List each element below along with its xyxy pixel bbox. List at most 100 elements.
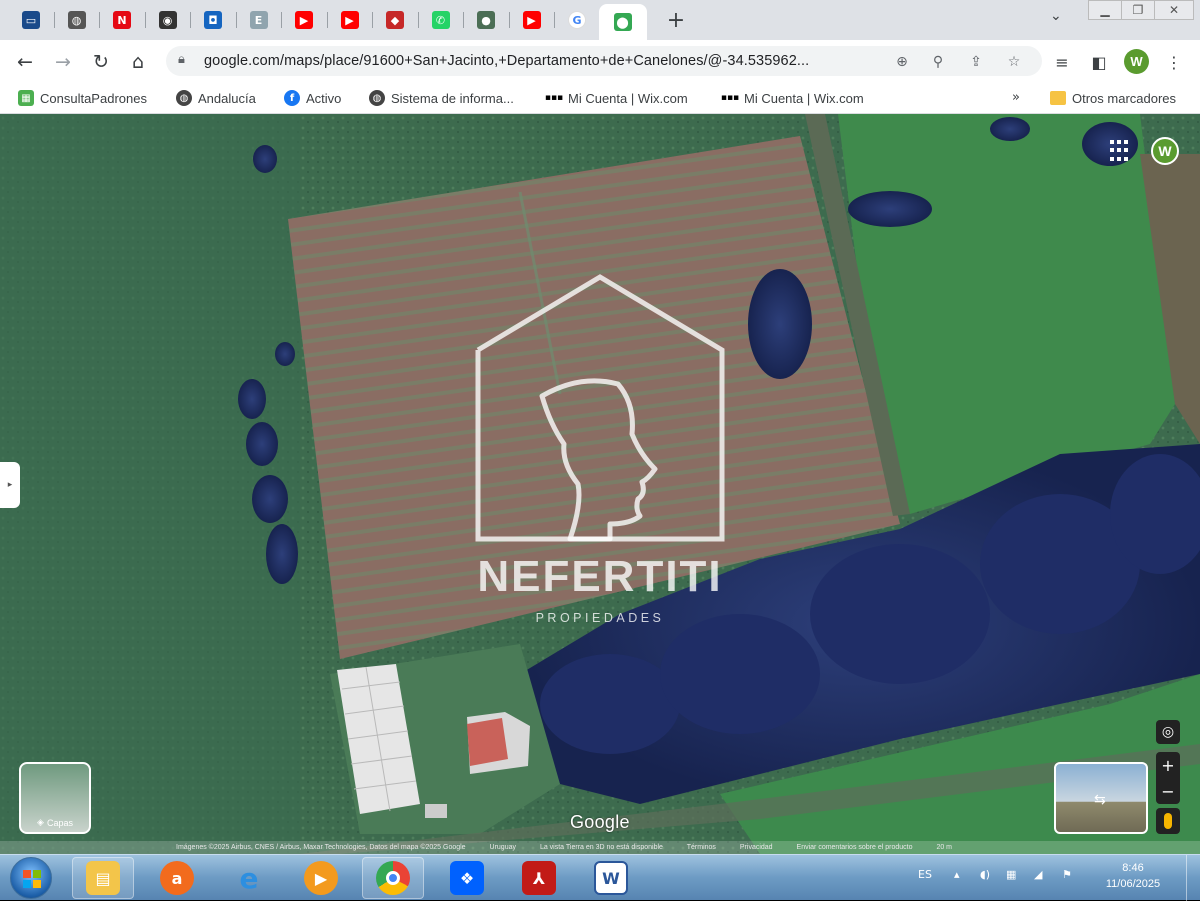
taskbar-chrome[interactable] — [362, 857, 424, 899]
bookmark-item[interactable]: ◍ Andalucía — [176, 89, 256, 107]
restore-button[interactable]: ❐ — [1121, 0, 1155, 20]
terms-link[interactable]: Términos — [687, 844, 716, 851]
zoom-in-button[interactable]: + — [1156, 752, 1180, 778]
tab-separator — [235, 12, 237, 28]
signal-icon[interactable]: ◢ — [1034, 868, 1042, 881]
show-desktop-button[interactable] — [1186, 855, 1200, 901]
back-arrow-icon[interactable]: ← — [12, 49, 38, 75]
action-center-icon[interactable]: ⚑ — [1062, 868, 1072, 881]
browser-tab[interactable]: ◆ — [374, 4, 416, 36]
reading-list-icon[interactable]: ≡ — [1050, 50, 1074, 74]
taskbar-media-player[interactable]: ▶ — [290, 857, 352, 899]
map-profile-avatar[interactable]: W — [1151, 137, 1179, 165]
word-icon: W — [594, 861, 628, 895]
browser-tab[interactable]: N — [101, 4, 143, 36]
minimize-button[interactable]: ▁ — [1088, 0, 1122, 20]
tab-separator — [53, 12, 55, 28]
more-bookmarks-icon[interactable]: » — [1012, 90, 1020, 105]
profile-avatar[interactable]: W — [1124, 49, 1149, 74]
browser-tab[interactable]: E — [238, 4, 280, 36]
document-icon: E — [249, 11, 268, 29]
my-location-icon[interactable]: ◎ — [1156, 720, 1180, 744]
browser-tab[interactable]: ✆ — [420, 4, 462, 36]
google-icon: G — [568, 11, 586, 29]
browser-tab[interactable]: ▶ — [511, 4, 553, 36]
browser-tab[interactable]: ● — [465, 4, 507, 36]
other-bookmarks-folder[interactable]: Otros marcadores — [1050, 89, 1176, 107]
side-panel-icon[interactable]: ◧ — [1087, 50, 1111, 74]
browser-tab[interactable]: G — [556, 4, 598, 36]
tab-separator — [372, 12, 373, 28]
expand-side-panel-icon[interactable]: ▸ — [0, 462, 20, 508]
soccer-ball-icon: ◉ — [158, 11, 177, 29]
url-text[interactable]: google.com/maps/place/91600+San+Jacinto,… — [204, 53, 809, 69]
browser-tab[interactable]: ◉ — [147, 4, 189, 36]
privacy-link[interactable]: Privacidad — [740, 844, 773, 851]
zoom-icon[interactable]: ⚲ — [928, 52, 948, 72]
browser-tab[interactable]: ▭ — [10, 4, 52, 36]
tab-search-chevron-icon[interactable]: ⌄ — [1050, 8, 1062, 24]
tab-separator — [463, 12, 464, 28]
tab-separator — [326, 12, 328, 28]
taskbar-acrobat[interactable]: ⅄ — [508, 857, 570, 899]
clock-date: 11/06/2025 — [1105, 878, 1161, 890]
tab-separator — [144, 12, 146, 28]
menu-kebab-icon[interactable]: ⋮ — [1162, 50, 1186, 74]
other-bookmarks-label: Otros marcadores — [1072, 90, 1177, 106]
layers-button[interactable]: ◈ Capas — [19, 762, 91, 834]
globe-icon: ◍ — [67, 11, 86, 29]
facebook-icon: f — [284, 90, 300, 106]
browser-tab[interactable]: ◘ — [192, 4, 234, 36]
network-icon[interactable]: ▦ — [1006, 868, 1016, 881]
zoom-out-button[interactable]: − — [1156, 778, 1180, 804]
satellite-map[interactable]: NEFERTITI PROPIEDADES W ▸ ◈ Capas Google… — [0, 114, 1200, 854]
reload-icon[interactable]: ↻ — [88, 49, 114, 75]
avast-icon: a — [160, 861, 194, 895]
taskbar-word[interactable]: W — [580, 857, 642, 899]
shield-icon: ◘ — [204, 11, 222, 29]
volume-icon[interactable]: ◖) — [980, 868, 990, 881]
street-view-thumbnail[interactable]: ⇆ — [1054, 762, 1148, 834]
forward-arrow-icon[interactable]: → — [50, 49, 76, 75]
close-window-button[interactable]: ✕ — [1154, 0, 1194, 20]
taskbar-ie[interactable]: e — [218, 857, 280, 899]
bookmark-star-icon[interactable]: ☆ — [1004, 52, 1024, 72]
browser-tab[interactable]: ▶ — [283, 4, 325, 36]
bookmark-item[interactable]: ◍ Sistema de informa... — [369, 89, 514, 107]
maps-pin-icon: ⬤ — [613, 13, 632, 31]
address-bar[interactable]: 🔒︎ google.com/maps/place/91600+San+Jacin… — [166, 46, 1042, 76]
bookmark-item[interactable]: ▦ ConsultaPadrones — [18, 89, 147, 107]
home-icon[interactable]: ⌂ — [125, 49, 151, 75]
start-button[interactable] — [10, 857, 52, 899]
tab-separator — [554, 12, 555, 28]
system-clock[interactable]: 8:46 11/06/2025 — [1098, 860, 1168, 892]
clock-time: 8:46 — [1122, 862, 1144, 874]
pegman-icon[interactable] — [1156, 808, 1180, 834]
browser-tab[interactable]: ⬤ — [598, 4, 647, 40]
globe-icon: ● — [477, 11, 495, 29]
scale-label[interactable]: 20 m — [936, 844, 952, 851]
show-hidden-icons-icon[interactable]: ▴ — [954, 868, 960, 881]
new-tab-button[interactable]: + — [662, 6, 690, 34]
share-icon[interactable]: ⇪ — [966, 52, 986, 72]
google-apps-grid-icon[interactable] — [1110, 140, 1132, 162]
language-indicator[interactable]: ES — [918, 868, 932, 881]
youtube-icon: ▶ — [522, 11, 541, 29]
bookmark-item[interactable]: ▪▪▪ Mi Cuenta | Wix.com — [545, 89, 688, 107]
taskbar-dropbox[interactable]: ❖ — [436, 857, 498, 899]
tab-strip: ▭ ◍ N ◉ ◘ E ▶ ▶ ◆ ✆ ● ▶ G ⬤ + ⌄ ▁ ❐ ✕ — [0, 0, 1200, 40]
lock-icon[interactable]: 🔒︎ — [178, 52, 185, 67]
browser-tab[interactable]: ▶ — [329, 4, 371, 36]
bookmark-item[interactable]: ▪▪▪ Mi Cuenta | Wix.com — [721, 89, 864, 107]
tab-separator — [417, 12, 419, 28]
taskbar-app[interactable]: a — [146, 857, 208, 899]
badge-icon: ◆ — [386, 11, 404, 29]
bookmark-item[interactable]: f Activo — [284, 89, 341, 107]
install-app-icon[interactable]: ⊕ — [892, 52, 912, 72]
taskbar-explorer[interactable]: ▤ — [72, 857, 134, 899]
folder-icon — [1050, 91, 1066, 105]
bookmark-label: Activo — [306, 90, 342, 106]
feedback-link[interactable]: Enviar comentarios sobre el producto — [797, 844, 913, 851]
rotate-arrows-icon: ⇆ — [1094, 792, 1106, 808]
browser-tab[interactable]: ◍ — [56, 4, 98, 36]
